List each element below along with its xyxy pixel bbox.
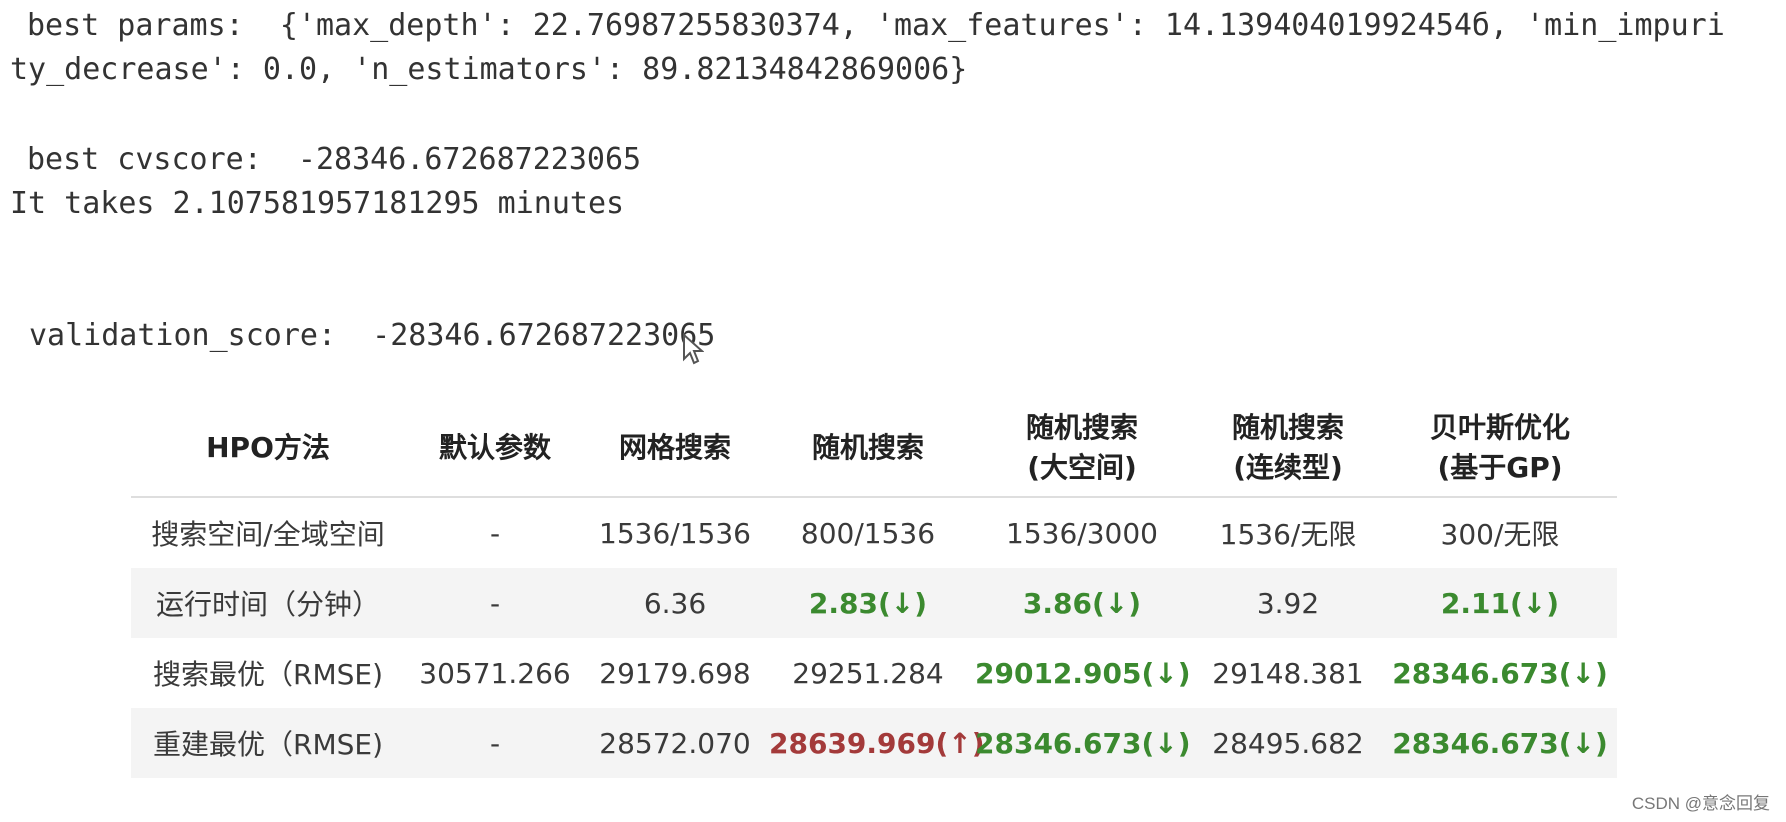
table-cell: 300/无限 (1440, 518, 1560, 551)
output-line-time: It takes 2.107581957181295 minutes (10, 186, 625, 221)
row-label: 搜索空间/全域空间 (151, 518, 385, 551)
table-cell: 29251.284 (792, 656, 944, 690)
table-cell: - (405, 568, 585, 638)
hpo-comparison-table: HPO方法 默认参数 网格搜索 随机搜索 随机搜索 (大空间) 随机搜索 (连续型)… (131, 400, 1617, 778)
table-cell: 29179.698 (599, 656, 751, 690)
table-cell: 1536/1536 (599, 516, 751, 550)
table-cell-improved: 28346.673(↓) (1392, 656, 1608, 690)
table-cell: - (489, 516, 501, 550)
table-cell: 800/1536 (800, 516, 936, 550)
table-row: 搜索空间/全域空间 - 1536/1536 800/1536 1536/3000… (131, 497, 1617, 568)
header-hpo-method: HPO方法 (131, 400, 405, 498)
header-bayesian-gp: 贝叶斯优化 (基于GP) (1383, 400, 1617, 498)
table-row: 运行时间（分钟） - 6.36 2.83(↓) 3.86(↓) 3.92 2.1… (131, 568, 1617, 638)
header-random-search: 随机搜索 (765, 400, 971, 498)
table-cell: 28572.070 (585, 708, 765, 778)
header-default-params: 默认参数 (405, 400, 585, 498)
header-random-search-large: 随机搜索 (大空间) (971, 400, 1193, 498)
mouse-cursor-icon (683, 333, 704, 365)
table-cell-improved: 28346.673(↓) (971, 708, 1193, 778)
table-cell: 28495.682 (1193, 708, 1383, 778)
table-cell-improved: 28346.673(↓) (1383, 708, 1617, 778)
watermark-text: CSDN @意念回复 (1631, 794, 1770, 813)
row-label: 运行时间（分钟） (131, 568, 405, 638)
table-cell: 29148.381 (1212, 656, 1364, 690)
table-cell: - (405, 708, 585, 778)
output-line-cvscore: best cvscore: -28346.672687223065 (27, 142, 642, 177)
table-cell-improved: 2.83(↓) (765, 568, 971, 638)
table-cell-worsened: 28639.969(↑) (765, 708, 985, 778)
output-line-params-cont: ty_decrease': 0.0, 'n_estimators': 89.82… (10, 52, 968, 87)
table-header-row: HPO方法 默认参数 网格搜索 随机搜索 随机搜索 (大空间) 随机搜索 (连续型)… (131, 400, 1617, 498)
table-cell-improved: 2.11(↓) (1383, 568, 1617, 638)
table-cell-improved: 3.86(↓) (971, 568, 1193, 638)
header-random-search-continuous: 随机搜索 (连续型) (1193, 400, 1383, 498)
table-cell: 3.92 (1193, 568, 1383, 638)
row-label: 搜索最优（RMSE) (152, 658, 383, 691)
table-cell: 1536/3000 (1006, 516, 1158, 550)
table-cell-improved: 29012.905(↓) (975, 656, 1191, 690)
row-label: 重建最优（RMSE) (131, 708, 405, 778)
table-cell: 6.36 (585, 568, 765, 638)
header-grid-search: 网格搜索 (585, 400, 765, 498)
table-cell: 30571.266 (419, 656, 571, 690)
table-cell: 1536/无限 (1219, 518, 1357, 551)
table-row: 搜索最优（RMSE) 30571.266 29179.698 29251.284… (131, 638, 1617, 708)
output-line-params: best params: {'max_depth': 22.7698725583… (27, 8, 1725, 43)
table-row: 重建最优（RMSE) - 28572.070 28639.969(↑) 2834… (131, 708, 1617, 778)
output-line-validation: validation_score: -28346.672687223065 (29, 318, 716, 353)
